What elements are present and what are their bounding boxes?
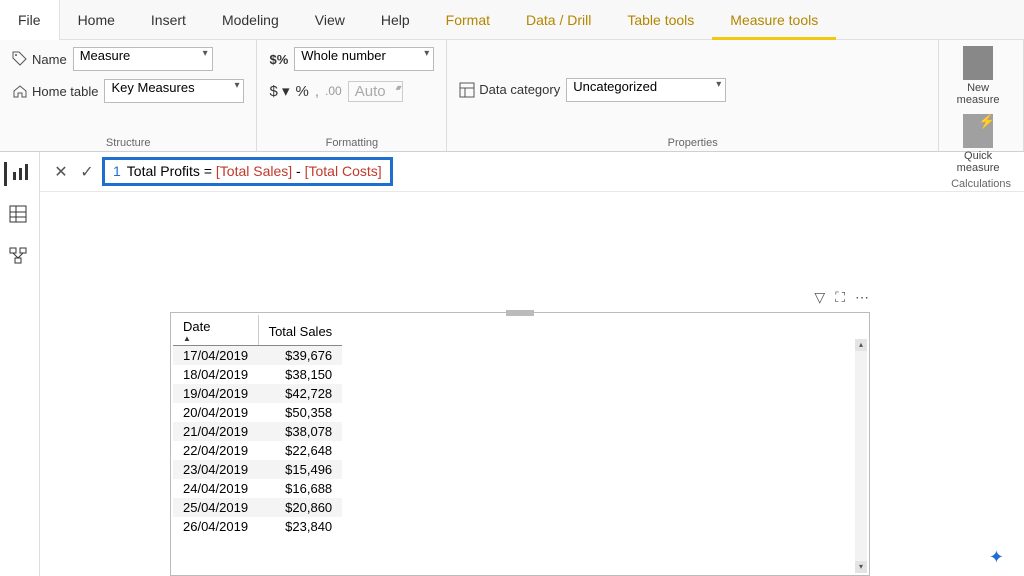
- percent-button[interactable]: %: [296, 83, 309, 100]
- column-header-date[interactable]: Date▲: [173, 315, 258, 346]
- currency-button[interactable]: $ ▾: [269, 82, 289, 100]
- tab-file[interactable]: File: [0, 0, 60, 40]
- tab-view[interactable]: View: [297, 0, 363, 40]
- tab-format[interactable]: Format: [428, 0, 508, 40]
- decimal-button[interactable]: .00: [325, 84, 342, 98]
- table-cell: 26/04/2019: [173, 517, 258, 536]
- home-table-label: Home table: [12, 83, 98, 99]
- data-category-label: Data category: [459, 82, 560, 98]
- table-row[interactable]: 20/04/2019$50,358: [173, 403, 342, 422]
- cancel-formula-button[interactable]: ✕: [50, 161, 72, 183]
- table-cell: $16,688: [258, 479, 342, 498]
- quick-measure-icon: [963, 114, 993, 148]
- table-cell: $42,728: [258, 384, 342, 403]
- table-cell: 21/04/2019: [173, 422, 258, 441]
- group-label-structure: Structure: [12, 133, 244, 149]
- table-cell: $15,496: [258, 460, 342, 479]
- table-cell: $38,078: [258, 422, 342, 441]
- more-options-icon[interactable]: ⋯: [855, 289, 869, 306]
- tab-measure-tools[interactable]: Measure tools: [712, 0, 836, 40]
- table-row[interactable]: 23/04/2019$15,496: [173, 460, 342, 479]
- table-row[interactable]: 19/04/2019$42,728: [173, 384, 342, 403]
- table-cell: $39,676: [258, 346, 342, 366]
- table-cell: 25/04/2019: [173, 498, 258, 517]
- decimal-places[interactable]: Auto: [348, 81, 403, 102]
- filter-icon[interactable]: ▽: [814, 289, 825, 306]
- group-structure: Name Measure Home table Key Measures Str…: [0, 40, 257, 151]
- format-icon: $%: [269, 52, 288, 67]
- formula-input[interactable]: 1Total Profits = [Total Sales] - [Total …: [102, 157, 393, 186]
- tab-help[interactable]: Help: [363, 0, 428, 40]
- tag-icon: [12, 51, 28, 67]
- group-formatting: $% Whole number $ ▾ % , .00 Auto Formatt…: [257, 40, 447, 151]
- category-icon: [459, 82, 475, 98]
- table-row[interactable]: 26/04/2019$23,840: [173, 517, 342, 536]
- table-cell: 19/04/2019: [173, 384, 258, 403]
- left-nav: [0, 152, 40, 576]
- tab-insert[interactable]: Insert: [133, 0, 204, 40]
- tab-modeling[interactable]: Modeling: [204, 0, 297, 40]
- table-row[interactable]: 22/04/2019$22,648: [173, 441, 342, 460]
- table-cell: 22/04/2019: [173, 441, 258, 460]
- formula-bar: ✕ ✓ 1Total Profits = [Total Sales] - [To…: [40, 152, 1024, 192]
- tab-table-tools[interactable]: Table tools: [609, 0, 712, 40]
- table-row[interactable]: 25/04/2019$20,860: [173, 498, 342, 517]
- focus-mode-icon[interactable]: ⛶: [835, 289, 845, 306]
- group-label-formatting: Formatting: [269, 133, 434, 149]
- menu-bar: File Home Insert Modeling View Help Form…: [0, 0, 1024, 40]
- data-table: Date▲ Total Sales 17/04/2019$39,67618/04…: [173, 315, 342, 536]
- scroll-up-button[interactable]: ▴: [855, 339, 867, 351]
- table-cell: 23/04/2019: [173, 460, 258, 479]
- column-header-total-sales[interactable]: Total Sales: [258, 315, 342, 346]
- table-row[interactable]: 17/04/2019$39,676: [173, 346, 342, 366]
- visual-header: ▽ ⛶ ⋯: [814, 289, 869, 306]
- table-visual[interactable]: ▽ ⛶ ⋯ Date▲ Total Sales 17/04/2019$39,67…: [170, 312, 870, 576]
- table-row[interactable]: 24/04/2019$16,688: [173, 479, 342, 498]
- data-view-button[interactable]: [8, 204, 32, 228]
- report-canvas[interactable]: ▽ ⛶ ⋯ Date▲ Total Sales 17/04/2019$39,67…: [40, 192, 1024, 576]
- table-cell: 18/04/2019: [173, 365, 258, 384]
- vertical-scrollbar[interactable]: ▴ ▾: [855, 339, 867, 573]
- tab-data-drill[interactable]: Data / Drill: [508, 0, 609, 40]
- data-category-select[interactable]: Uncategorized: [566, 78, 726, 102]
- table-cell: $38,150: [258, 365, 342, 384]
- commit-formula-button[interactable]: ✓: [76, 161, 98, 183]
- group-label-properties: Properties: [459, 133, 926, 149]
- table-cell: $23,840: [258, 517, 342, 536]
- name-label: Name: [12, 51, 67, 67]
- new-measure-button[interactable]: New measure: [951, 46, 1005, 106]
- name-input[interactable]: Measure: [73, 47, 213, 71]
- tab-home[interactable]: Home: [60, 0, 133, 40]
- comma-button[interactable]: ,: [315, 83, 319, 100]
- table-cell: 20/04/2019: [173, 403, 258, 422]
- table-cell: $50,358: [258, 403, 342, 422]
- calculator-icon: [963, 46, 993, 80]
- group-properties: Data category Uncategorized Properties: [447, 40, 939, 151]
- group-calculations: New measure Quick measure Calculations: [939, 40, 1024, 151]
- ribbon: Name Measure Home table Key Measures Str…: [0, 40, 1024, 152]
- home-table-select[interactable]: Key Measures: [104, 79, 244, 103]
- sort-asc-icon: ▲: [183, 334, 248, 343]
- home-icon: [12, 83, 28, 99]
- table-row[interactable]: 18/04/2019$38,150: [173, 365, 342, 384]
- subscribe-icon[interactable]: ✦: [989, 547, 1004, 568]
- report-view-button[interactable]: [4, 162, 28, 186]
- scroll-down-button[interactable]: ▾: [855, 561, 867, 573]
- resize-handle[interactable]: [506, 310, 534, 316]
- table-row[interactable]: 21/04/2019$38,078: [173, 422, 342, 441]
- table-cell: $22,648: [258, 441, 342, 460]
- table-cell: $20,860: [258, 498, 342, 517]
- model-view-button[interactable]: [8, 246, 32, 270]
- table-cell: 24/04/2019: [173, 479, 258, 498]
- table-cell: 17/04/2019: [173, 346, 258, 366]
- format-select[interactable]: Whole number: [294, 47, 434, 71]
- line-number: 1: [113, 163, 121, 179]
